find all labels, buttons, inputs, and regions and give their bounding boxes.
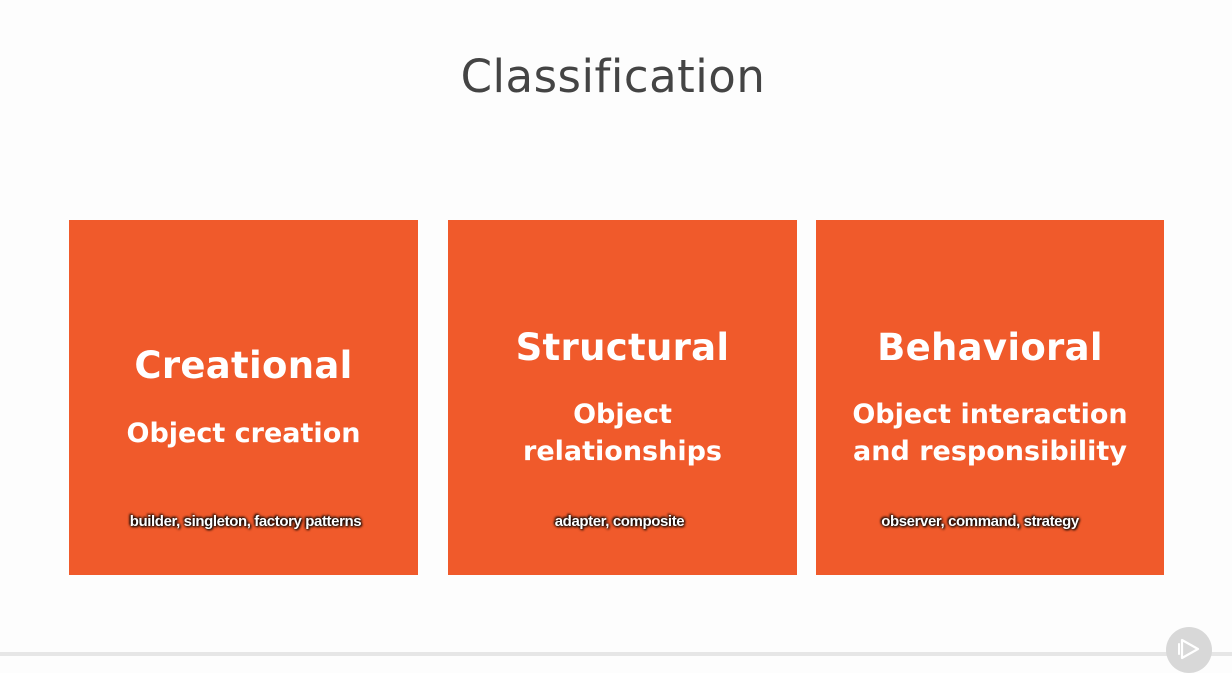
card-subtitle: Object interaction and responsibility [816,396,1164,470]
subtitle-caption: builder, singleton, factory patterns [129,513,362,530]
play-button[interactable] [1166,627,1212,673]
card-subtitle-line: and responsibility [853,436,1127,467]
card-creational: Creational Object creation builder, sing… [69,220,418,575]
card-subtitle-line: Object creation [126,418,361,449]
card-subtitle-line: Object interaction [852,399,1128,430]
subtitle-caption: observer, command, strategy [881,513,1079,530]
card-behavioral: Behavioral Object interaction and respon… [816,220,1164,575]
card-heading: Behavioral [877,326,1103,369]
subtitle-caption: adapter, composite [554,513,685,530]
card-structural: Structural Object relationships adapter,… [448,220,797,575]
card-subtitle: Object relationships [448,396,797,470]
progress-bar[interactable] [0,652,1232,656]
card-subtitle-line: Object [573,399,672,430]
play-icon [1178,638,1200,660]
slide-title: Classification [460,50,766,103]
card-heading: Creational [134,344,353,387]
card-subtitle-line: relationships [523,436,722,467]
card-heading: Structural [515,326,730,369]
card-subtitle: Object creation [69,415,418,452]
